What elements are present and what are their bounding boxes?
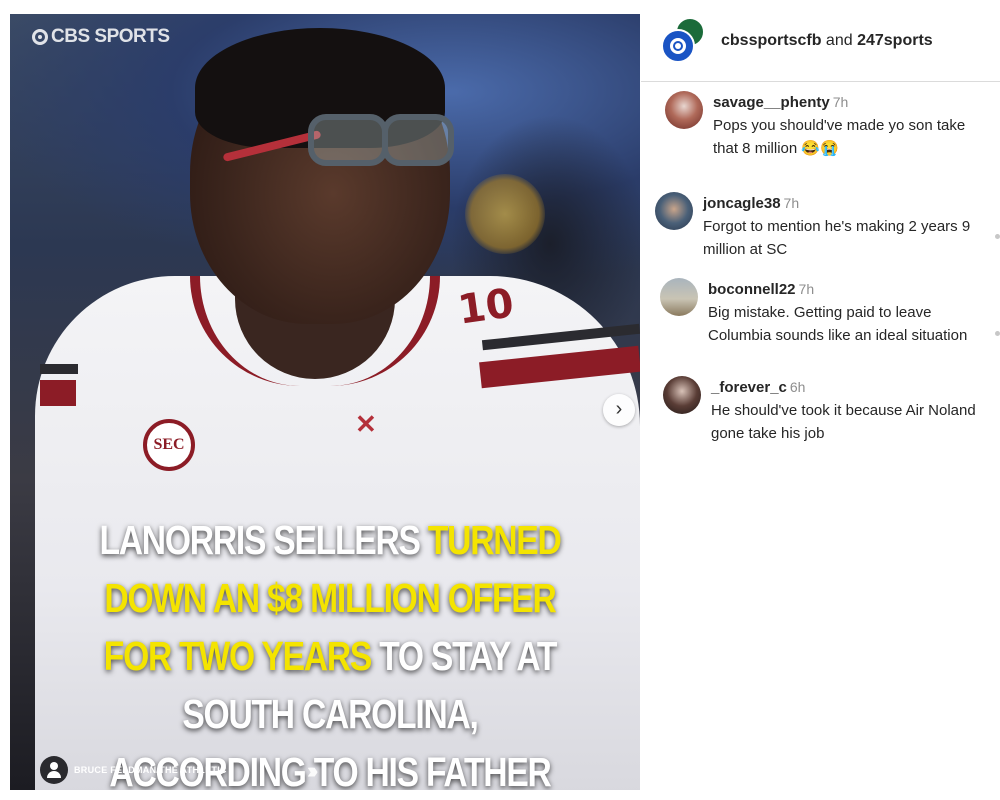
comment-text: He should've took it because Air Noland … — [711, 402, 976, 442]
sec-logo: SEC — [143, 419, 195, 471]
comment-avatar[interactable] — [655, 192, 693, 230]
author-link-2[interactable]: 247sports — [857, 32, 933, 49]
cbs-eye-icon — [670, 37, 686, 54]
goggle-lens-right — [382, 114, 454, 166]
avatar-cbssportscfb[interactable] — [661, 28, 695, 63]
sleeve-stripe-left — [40, 380, 76, 406]
post-header: cbssportscfb and 247sports — [641, 0, 1000, 82]
post-authors: cbssportscfb and 247sports — [721, 32, 933, 50]
goggle-lens-left — [308, 114, 388, 166]
headline-part1: LANORRIS SELLERS — [99, 517, 428, 563]
comment-item: _forever_c 6h He should've took it becaus… — [663, 376, 993, 445]
swipe-chevrons-icon: ›››› — [307, 758, 319, 783]
brand-text: CBS SPORTS — [51, 26, 170, 47]
comment-avatar[interactable] — [660, 278, 698, 316]
comment-text: Big mistake. Getting paid to leave Colum… — [708, 304, 968, 344]
photo-credit-row: BRUCE FELDMAN/THE ATHLETIC — [40, 756, 227, 784]
photo-credit: BRUCE FELDMAN/THE ATHLETIC — [74, 765, 227, 775]
comment-item: savage__phenty 7h Pops you should've made… — [665, 91, 985, 160]
carousel-next-button[interactable]: › — [603, 394, 635, 426]
cbs-eye-icon — [32, 29, 48, 45]
comment-time: 7h — [832, 94, 849, 110]
cbs-sports-logo: CBS SPORTS — [32, 26, 170, 48]
account-avatars[interactable] — [661, 16, 709, 65]
comment-text: Forgot to mention he's making 2 years 9 … — [703, 218, 971, 258]
comment-time: 6h — [789, 379, 806, 395]
comment-avatar[interactable] — [665, 91, 703, 129]
comment-username[interactable]: savage__phenty — [713, 94, 830, 111]
post-headline: LANORRIS SELLERS TURNED DOWN AN $8 MILLI… — [92, 511, 568, 790]
background-badge — [465, 174, 545, 254]
comment-avatar[interactable] — [663, 376, 701, 414]
more-options-icon[interactable] — [995, 331, 1000, 336]
user-icon[interactable] — [40, 756, 68, 784]
comment-item: joncagle38 7h Forgot to mention he's maki… — [655, 192, 995, 261]
comment-text: Pops you should've made yo son take that… — [713, 117, 966, 157]
chevron-right-icon: › — [615, 398, 623, 420]
comment-time: 7h — [798, 281, 815, 297]
sleeve-stripe-left-dark — [40, 364, 78, 374]
comment-username[interactable]: _forever_c — [711, 379, 787, 396]
author-conjunction: and — [825, 31, 853, 49]
comment-item: boconnell22 7h Big mistake. Getting paid … — [660, 278, 990, 347]
more-options-icon[interactable] — [995, 234, 1000, 239]
comment-time: 7h — [783, 195, 800, 211]
post-image[interactable]: SEC ✕ 10 CBS SPORTS › LANORRIS SELLERS T… — [10, 14, 640, 790]
comment-username[interactable]: joncagle38 — [703, 195, 781, 212]
jersey-number: 10 — [455, 280, 517, 334]
under-armour-logo: ✕ — [355, 409, 377, 439]
author-link-1[interactable]: cbssportscfb — [721, 32, 821, 49]
comment-username[interactable]: boconnell22 — [708, 281, 796, 298]
